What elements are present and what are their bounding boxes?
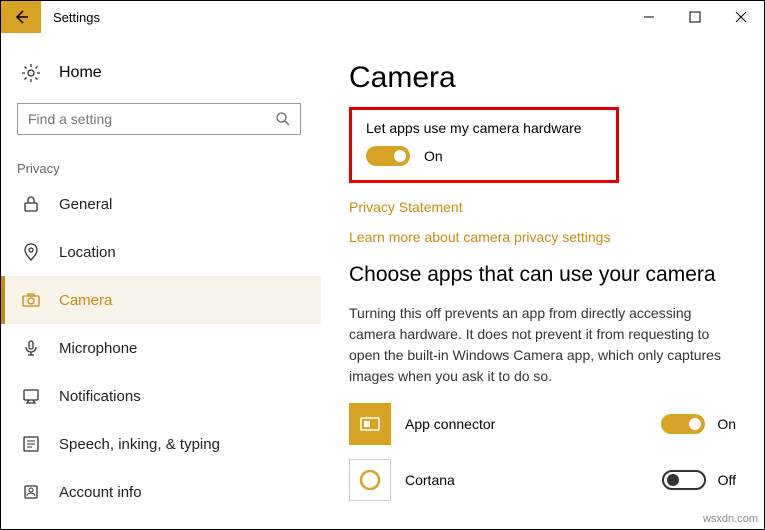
app-toggle-app-connector[interactable] — [661, 414, 705, 434]
highlighted-setting: Let apps use my camera hardware On — [349, 107, 619, 183]
sidebar-item-label: General — [59, 196, 112, 213]
app-toggle-state: On — [717, 416, 736, 432]
titlebar: Settings — [1, 1, 764, 33]
microphone-icon — [21, 338, 41, 358]
app-name: Cortana — [405, 472, 648, 488]
sidebar-item-label: Camera — [59, 292, 112, 309]
camera-icon — [21, 290, 41, 310]
window-title: Settings — [41, 1, 626, 33]
lock-icon — [21, 194, 41, 214]
sidebar-item-label: Microphone — [59, 340, 137, 357]
back-button[interactable] — [1, 1, 41, 33]
maximize-button[interactable] — [672, 1, 718, 33]
speech-icon — [21, 434, 41, 454]
sidebar-item-label: Location — [59, 244, 116, 261]
master-toggle[interactable] — [366, 146, 410, 166]
minimize-button[interactable] — [626, 1, 672, 33]
gear-icon — [21, 63, 41, 83]
app-connector-icon — [349, 403, 391, 445]
home-button[interactable]: Home — [1, 51, 321, 95]
back-arrow-icon — [12, 8, 30, 26]
privacy-statement-link[interactable]: Privacy Statement — [349, 199, 736, 215]
master-toggle-label: Let apps use my camera hardware — [366, 120, 602, 136]
sidebar-item-camera[interactable]: Camera — [1, 276, 321, 324]
section-description: Turning this off prevents an app from di… — [349, 303, 736, 387]
sidebar-item-notifications[interactable]: Notifications — [1, 372, 321, 420]
watermark: wsxdn.com — [703, 513, 758, 525]
app-row-cortana: Cortana Off — [349, 459, 736, 501]
sidebar-item-location[interactable]: Location — [1, 228, 321, 276]
group-label-privacy: Privacy — [1, 155, 321, 180]
sidebar-item-account[interactable]: Account info — [1, 468, 321, 516]
home-label: Home — [59, 64, 102, 82]
account-icon — [21, 482, 41, 502]
app-row-app-connector: App connector On — [349, 403, 736, 445]
learn-more-link[interactable]: Learn more about camera privacy settings — [349, 229, 736, 245]
location-icon — [21, 242, 41, 262]
sidebar-item-label: Speech, inking, & typing — [59, 436, 220, 453]
cortana-icon — [349, 459, 391, 501]
sidebar-item-label: Account info — [59, 484, 142, 501]
search-icon — [275, 111, 291, 127]
app-toggle-cortana[interactable] — [662, 470, 706, 490]
master-toggle-state: On — [424, 148, 443, 164]
sidebar-item-microphone[interactable]: Microphone — [1, 324, 321, 372]
search-input[interactable] — [17, 103, 301, 135]
notifications-icon — [21, 386, 41, 406]
sidebar: Home Privacy General Location Camera Mic… — [1, 33, 321, 529]
app-name: App connector — [405, 416, 647, 432]
section-title: Choose apps that can use your camera — [349, 263, 736, 287]
window-controls — [626, 1, 764, 33]
page-title: Camera — [349, 61, 736, 95]
sidebar-item-speech[interactable]: Speech, inking, & typing — [1, 420, 321, 468]
sidebar-item-label: Notifications — [59, 388, 141, 405]
sidebar-item-general[interactable]: General — [1, 180, 321, 228]
close-button[interactable] — [718, 1, 764, 33]
app-toggle-state: Off — [718, 472, 736, 488]
main-content: Camera Let apps use my camera hardware O… — [321, 33, 764, 529]
